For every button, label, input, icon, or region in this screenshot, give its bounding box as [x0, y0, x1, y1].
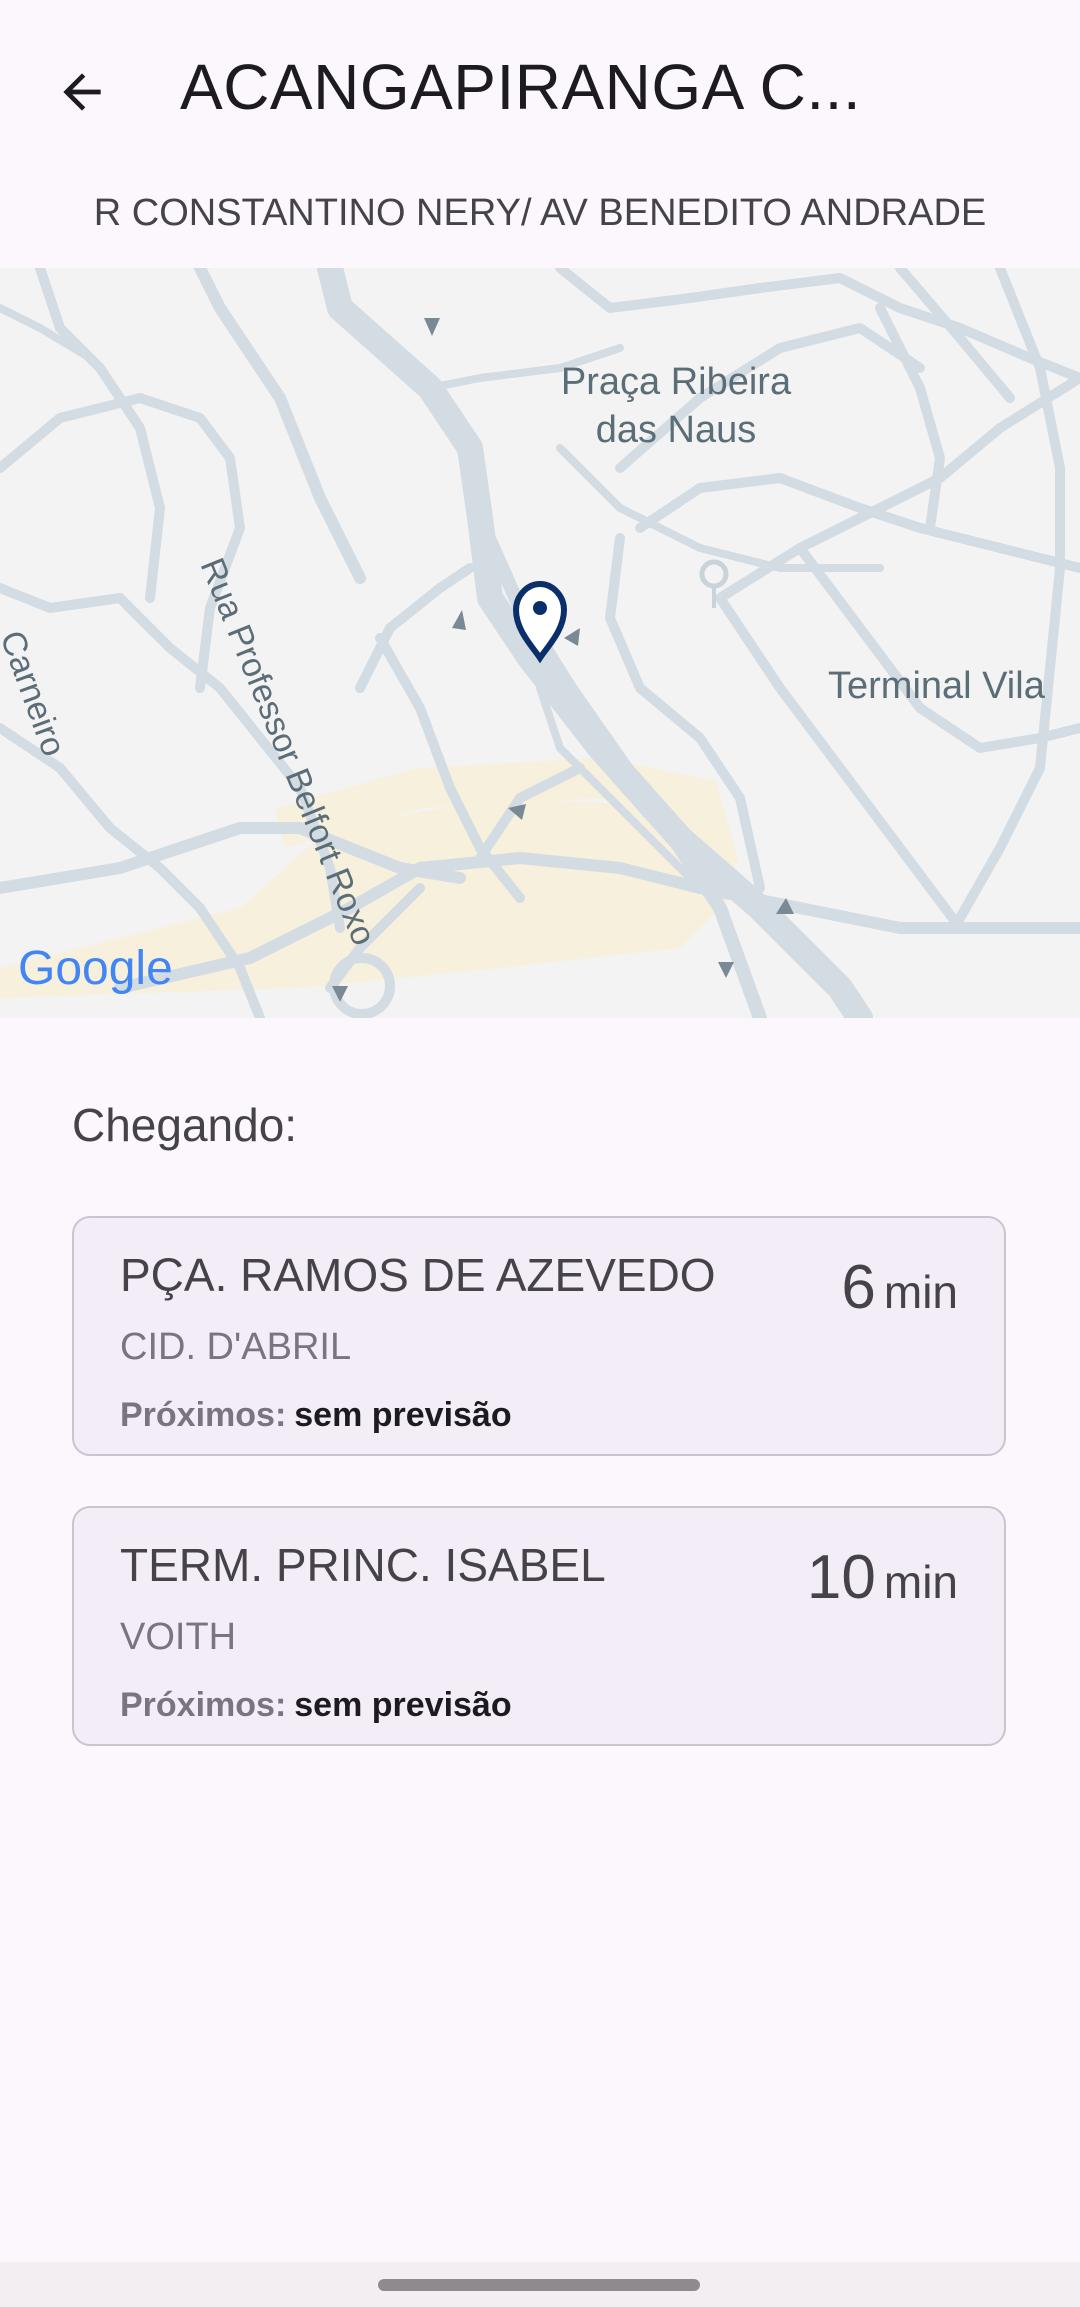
next-label: Próximos: [120, 1686, 287, 1724]
arrival-origin: VOITH [120, 1616, 237, 1658]
stop-name: R CONSTANTINO NERY/ AV BENEDITO ANDRADE [93, 192, 987, 234]
eta-value: 10 [806, 1543, 876, 1612]
arrival-card[interactable]: TERM. PRINC. ISABEL VOITH Próximos: sem p… [72, 1506, 1006, 1746]
home-indicator[interactable] [378, 2279, 700, 2291]
top-app-bar: ACANGAPIRANGA C... [0, 0, 1080, 180]
google-logo: Google [18, 942, 173, 995]
arrival-card[interactable]: PÇA. RAMOS DE AZEVEDO CID. D'ABRIL Próxi… [72, 1216, 1006, 1456]
map-label-place-2: Terminal Vila [828, 665, 1046, 707]
next-value: sem previsão [294, 1396, 512, 1434]
eta-unit: min [883, 1266, 958, 1318]
arrival-destination: PÇA. RAMOS DE AZEVEDO [120, 1249, 716, 1301]
arrival-eta: 6 min [841, 1252, 958, 1323]
map-view[interactable]: Rua Professor Belfort Roxo Praça Ribeira… [0, 268, 1080, 1018]
arrivals-label: Chegando: [72, 1099, 298, 1151]
eta-unit: min [883, 1556, 958, 1608]
next-value: sem previsão [294, 1686, 512, 1724]
back-button[interactable] [36, 46, 128, 138]
next-arrivals: Próximos: sem previsão [120, 1686, 512, 1725]
arrival-destination: TERM. PRINC. ISABEL [120, 1539, 606, 1591]
next-arrivals: Próximos: sem previsão [120, 1396, 512, 1435]
arrival-origin: CID. D'ABRIL [120, 1326, 352, 1368]
eta-value: 6 [841, 1253, 876, 1322]
map-label-place-1: Praça Ribeira [561, 361, 792, 403]
arrow-back-icon [63, 73, 101, 111]
next-label: Próximos: [120, 1396, 287, 1434]
map-label-place-1-line2: das Naus [596, 409, 757, 451]
page-title: ACANGAPIRANGA C... [180, 51, 862, 123]
arrival-eta: 10 min [807, 1542, 958, 1613]
